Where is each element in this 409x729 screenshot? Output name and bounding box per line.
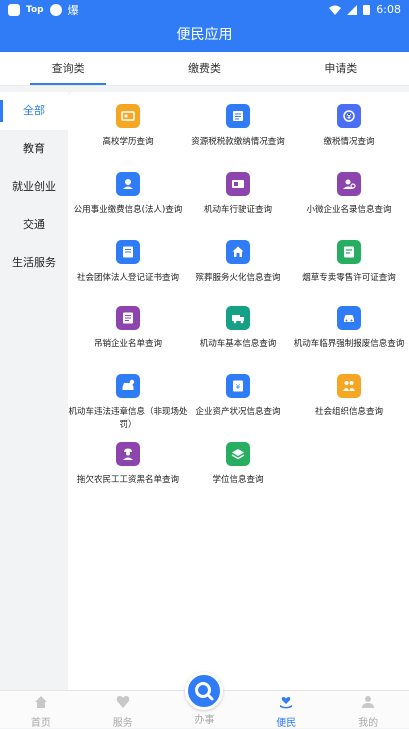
user-icon	[362, 696, 375, 708]
service-label: 高校学历查询	[102, 137, 154, 147]
notification-icon-2	[49, 3, 62, 16]
tax-icon	[337, 104, 361, 128]
utility-icon	[116, 172, 140, 196]
service-item[interactable]: 资源税税款缴纳情况查询	[178, 104, 298, 149]
worker-icon	[116, 442, 140, 466]
service-item[interactable]: 机动车临界强制报废信息查询	[289, 306, 409, 351]
nav-home[interactable]: 首页	[0, 691, 82, 729]
enterprise-icon	[337, 172, 361, 196]
service-item[interactable]: 社会组织信息查询	[289, 374, 409, 419]
tab-query[interactable]: 查询类	[0, 52, 136, 85]
nav-service[interactable]: 服务	[82, 691, 164, 729]
service-label: 机动车行驶证查询	[203, 205, 272, 215]
service-item[interactable]: 缴税情况查询	[289, 104, 409, 149]
service-label: 小微企业名录信息查询	[306, 205, 392, 215]
battery-icon	[363, 5, 371, 15]
service-label: 公用事业缴费信息(法人)查询	[73, 205, 183, 215]
service-item[interactable]: 高校学历查询	[68, 104, 188, 149]
service-label: 社会组织信息查询	[314, 407, 383, 417]
nav-convenience[interactable]: 便民	[245, 691, 327, 729]
tab-payment[interactable]: 缴费类	[136, 52, 272, 85]
service-label: 机动车基本信息查询	[199, 339, 277, 349]
service-label: 社会团体法人登记证书查询	[76, 273, 179, 283]
wifi-icon	[329, 5, 342, 15]
service-label: 企业资产状况信息查询	[195, 407, 281, 417]
service-item[interactable]: 殡葬服务火化信息查询	[178, 240, 298, 285]
service-label: 烟草专卖零售许可证查询	[302, 273, 396, 283]
nav-home-label: 首页	[30, 718, 51, 729]
layers-icon	[226, 442, 250, 466]
car-icon	[337, 306, 361, 330]
heart-hand-icon	[280, 697, 293, 709]
service-label: 资源税税款缴纳情况查询	[191, 137, 285, 147]
document-icon	[226, 104, 250, 128]
service-grid-panel: 高校学历查询 资源税税款缴纳情况查询 缴税情况查询 公用事业缴费信息(法人)查询 机动车…	[68, 92, 409, 690]
search-icon	[195, 682, 214, 701]
permit-icon	[337, 240, 361, 264]
heart-icon	[116, 696, 129, 708]
status-bar: Top 爆 6:08	[0, 0, 409, 19]
nav-mine-label: 我的	[358, 718, 379, 729]
sidebar-item-employment[interactable]: 就业创业	[0, 168, 68, 206]
list-icon	[116, 306, 140, 330]
home-icon	[34, 696, 47, 708]
app-header: Top 爆 6:08 便民应用	[0, 0, 409, 52]
status-time: 6:08	[376, 3, 401, 16]
notification-icon	[8, 3, 20, 16]
sidebar-item-all[interactable]: 全部	[0, 92, 68, 130]
signal-icon	[347, 4, 358, 15]
service-item[interactable]: 社会团体法人登记证书查询	[68, 240, 188, 285]
license-icon	[226, 172, 250, 196]
service-label: 缴税情况查询	[323, 137, 375, 147]
page-title: 便民应用	[176, 27, 233, 43]
service-item[interactable]: 机动车基本信息查询	[178, 306, 298, 351]
tab-apply[interactable]: 申请类	[273, 52, 409, 85]
violation-icon	[116, 374, 140, 398]
service-item[interactable]: 烟草专卖零售许可证查询	[289, 240, 409, 285]
status-glyph: 爆	[67, 3, 79, 17]
nav-convenience-label: 便民	[276, 718, 297, 729]
asset-icon: ¥	[226, 374, 250, 398]
service-label: 拖欠农民工工资黑名单查询	[76, 475, 179, 485]
sidebar-item-traffic[interactable]: 交通	[0, 206, 68, 244]
sidebar-item-life-service[interactable]: 生活服务	[0, 244, 68, 282]
service-item[interactable]: 公用事业缴费信息(法人)查询	[68, 172, 188, 217]
service-label: 吊销企业名单查询	[93, 339, 162, 349]
service-item[interactable]: 学位信息查询	[178, 442, 298, 487]
service-label: 学位信息查询	[212, 475, 264, 485]
service-label: 殡葬服务火化信息查询	[195, 273, 281, 283]
truck-icon	[226, 306, 250, 330]
svg-text:¥: ¥	[236, 383, 241, 391]
affairs-center-button[interactable]	[185, 672, 223, 710]
service-item[interactable]: 机动车行驶证查询	[178, 172, 298, 217]
service-item[interactable]: ¥ 企业资产状况信息查询	[178, 374, 298, 419]
nav-mine[interactable]: 我的	[327, 691, 409, 729]
service-item[interactable]: 机动车违法违章信息（非现场处罚）	[68, 374, 188, 432]
service-item[interactable]: 吊销企业名单查询	[68, 306, 188, 351]
status-app-tag: Top	[26, 4, 44, 15]
people-icon	[337, 374, 361, 398]
certificate-icon	[116, 240, 140, 264]
nav-service-label: 服务	[112, 718, 133, 729]
service-label: 机动车临界强制报废信息查询	[293, 339, 405, 349]
service-item[interactable]: 小微企业名录信息查询	[289, 172, 409, 217]
id-card-icon	[116, 104, 140, 128]
sidebar: 全部 教育 就业创业 交通 生活服务	[0, 92, 68, 690]
nav-affairs-label: 办事	[194, 715, 215, 726]
service-label: 机动车违法违章信息（非现场处罚）	[68, 407, 188, 430]
home-icon	[226, 240, 250, 264]
category-tabs: 查询类 缴费类 申请类	[0, 52, 409, 86]
service-item[interactable]: 拖欠农民工工资黑名单查询	[68, 442, 188, 487]
sidebar-item-education[interactable]: 教育	[0, 130, 68, 168]
